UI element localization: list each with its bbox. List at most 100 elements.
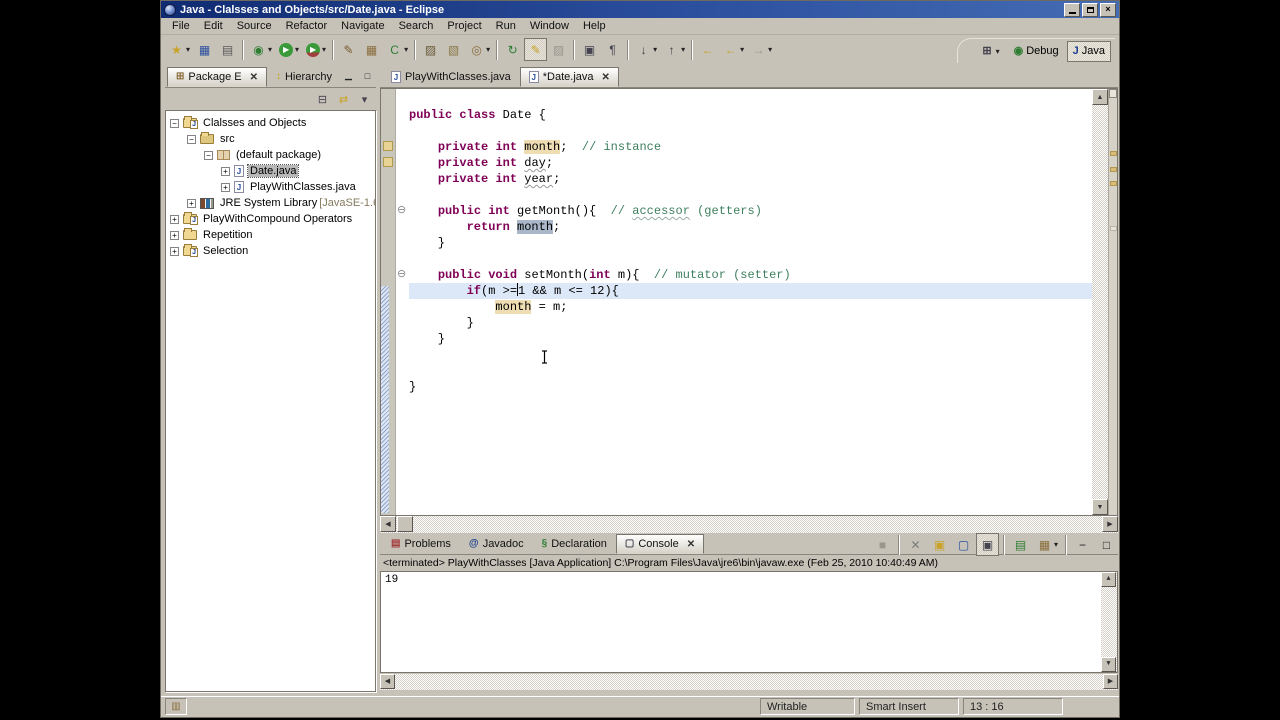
close-tab-icon[interactable]: ✕ [687, 539, 695, 550]
tree-item-repetition[interactable]: + Repetition [166, 227, 375, 243]
show-whitespace-button[interactable]: ¶ [601, 38, 624, 61]
scroll-right-icon[interactable]: ▶ [1103, 674, 1118, 689]
new-wizard-button[interactable]: ★ ▾ [165, 38, 193, 61]
dropdown-arrow-icon[interactable]: ▾ [268, 45, 272, 54]
dropdown-arrow-icon[interactable]: ▾ [295, 45, 299, 54]
search-button[interactable]: ◎ ▾ [465, 38, 493, 61]
perspective-debug[interactable]: ◉ Debug [1008, 41, 1065, 62]
expand-expander-icon[interactable]: + [170, 214, 179, 224]
perspective-java[interactable]: J Java [1066, 40, 1111, 62]
close-button[interactable]: × [1100, 2, 1116, 17]
tab-playwithclasses-java[interactable]: J PlayWithClasses.java [382, 67, 520, 87]
expand-expander-icon[interactable]: + [187, 198, 196, 208]
scroll-down-icon[interactable]: ▼ [1101, 657, 1116, 672]
editor-vertical-scrollbar[interactable]: ▲ ▼ [1092, 89, 1108, 515]
scroll-up-icon[interactable]: ▲ [1092, 89, 1108, 105]
print-button[interactable]: ▤ [216, 38, 239, 61]
tab-javadoc[interactable]: @ Javadoc [460, 534, 533, 554]
expand-expander-icon[interactable]: + [221, 182, 230, 192]
tab-console[interactable]: ▢ Console ✕ [615, 534, 705, 554]
tab-date-java[interactable]: J *Date.java ✕ [519, 67, 619, 87]
previous-annotation-button[interactable]: ↑ ▾ [660, 38, 688, 61]
tab-problems[interactable]: ▤ Problems [382, 534, 460, 554]
scroll-left-icon[interactable]: ◀ [380, 516, 396, 532]
tree-item-clalsses-and-objects[interactable]: − Clalsses and Objects [166, 115, 375, 131]
dropdown-arrow-icon[interactable]: ▾ [681, 45, 685, 54]
scroll-right-icon[interactable]: ▶ [1102, 516, 1118, 532]
minimize-button[interactable] [1064, 2, 1080, 17]
vertical-ruler[interactable] [381, 89, 396, 515]
new-java-project-button[interactable]: ✎ [337, 38, 360, 61]
collapse-expander-icon[interactable]: − [187, 134, 196, 144]
debug-button[interactable]: ◉ ▾ [247, 38, 275, 61]
expand-expander-icon[interactable]: + [221, 166, 230, 176]
menu-help[interactable]: Help [576, 19, 613, 33]
restore-button[interactable] [1082, 2, 1098, 17]
editor-horizontal-scrollbar[interactable]: ◀ ▶ [380, 516, 1118, 533]
display-selected-console-button[interactable]: ▤ [1009, 533, 1032, 556]
overview-annotation-mark[interactable] [1110, 181, 1117, 186]
maximize-view-button[interactable]: □ [1095, 533, 1118, 556]
menu-run[interactable]: Run [489, 19, 523, 33]
tab-hierarchy[interactable]: ↕ Hierarchy [267, 67, 341, 87]
link-with-editor-icon[interactable]: ⇄ [334, 90, 353, 109]
collapse-expander-icon[interactable]: − [204, 150, 213, 160]
show-source-button[interactable]: ▣ [578, 38, 601, 61]
last-edit-location-button[interactable]: ← [696, 38, 719, 61]
pin-console-button[interactable]: ▣ [975, 533, 999, 556]
expand-expander-icon[interactable]: + [170, 246, 179, 256]
dropdown-arrow-icon[interactable]: ▾ [486, 45, 490, 54]
collapse-expander-icon[interactable]: − [170, 118, 179, 128]
scroll-left-icon[interactable]: ◀ [380, 674, 395, 689]
open-console-button[interactable]: ▦ ▾ [1033, 533, 1061, 556]
menu-project[interactable]: Project [440, 19, 488, 33]
expand-expander-icon[interactable]: + [170, 230, 179, 240]
run-button[interactable]: ▶ ▾ [275, 38, 302, 61]
next-annotation-button[interactable]: ↓ ▾ [632, 38, 660, 61]
open-type-button[interactable]: ▨ [419, 38, 442, 61]
run-external-tools-button[interactable]: ▶ ▾ [302, 38, 329, 61]
tree-item-src[interactable]: − src [166, 131, 375, 147]
clear-console-button[interactable]: ▢ [952, 533, 975, 556]
menu-file[interactable]: File [165, 19, 197, 33]
dropdown-arrow-icon[interactable]: ▾ [1054, 540, 1058, 549]
tab-package-explorer[interactable]: ⊞ Package E ✕ [167, 67, 267, 87]
dropdown-arrow-icon[interactable]: ▾ [322, 45, 326, 54]
maximize-view-button[interactable]: □ [359, 68, 376, 83]
tree-item-selection[interactable]: + Selection [166, 243, 375, 259]
console-horizontal-scrollbar[interactable]: ◀ ▶ [380, 674, 1118, 690]
menu-source[interactable]: Source [230, 19, 279, 33]
save-button[interactable]: ▦ [193, 38, 216, 61]
view-menu-icon[interactable]: ▾ [355, 90, 374, 109]
console-vertical-scrollbar[interactable]: ▲ ▼ [1101, 572, 1117, 672]
folding-ruler[interactable]: ⊖ ⊖ [396, 89, 409, 515]
back-button[interactable]: ← ▾ [719, 38, 747, 61]
fast-view-icon[interactable]: ▥ [165, 698, 187, 715]
refresh-button[interactable]: ↻ [501, 38, 524, 61]
overview-annotation-mark[interactable] [1110, 167, 1117, 172]
minimize-view-button[interactable]: ▁ [340, 68, 357, 83]
collapse-all-icon[interactable]: ⊟ [313, 90, 332, 109]
menu-refactor[interactable]: Refactor [279, 19, 335, 33]
menu-search[interactable]: Search [392, 19, 441, 33]
code-editor[interactable]: public class Date { private int month; /… [409, 89, 1092, 515]
menu-window[interactable]: Window [523, 19, 576, 33]
open-resource-button[interactable]: ▧ [442, 38, 465, 61]
show-annotations-button[interactable]: ▨ [547, 38, 570, 61]
scroll-lock-button[interactable]: ▣ [928, 533, 951, 556]
menu-navigate[interactable]: Navigate [334, 19, 391, 33]
tab-declaration[interactable]: § Declaration [533, 534, 616, 554]
scroll-up-icon[interactable]: ▲ [1101, 572, 1116, 587]
fold-collapse-icon[interactable]: ⊖ [397, 269, 406, 280]
close-tab-icon[interactable]: ✕ [602, 72, 610, 83]
minimize-view-button[interactable]: − [1071, 533, 1094, 556]
dropdown-arrow-icon[interactable]: ▾ [653, 45, 657, 54]
remove-launch-button[interactable]: ✕ [904, 533, 927, 556]
tree-item-playwithcompound-operators[interactable]: + PlayWithCompound Operators [166, 211, 375, 227]
menu-edit[interactable]: Edit [197, 19, 230, 33]
dropdown-arrow-icon[interactable]: ▾ [740, 45, 744, 54]
dropdown-arrow-icon[interactable]: ▾ [404, 45, 408, 54]
overview-annotation-mark[interactable] [1110, 226, 1117, 231]
dropdown-arrow-icon[interactable]: ▾ [186, 45, 190, 54]
close-tab-icon[interactable]: ✕ [250, 72, 258, 83]
